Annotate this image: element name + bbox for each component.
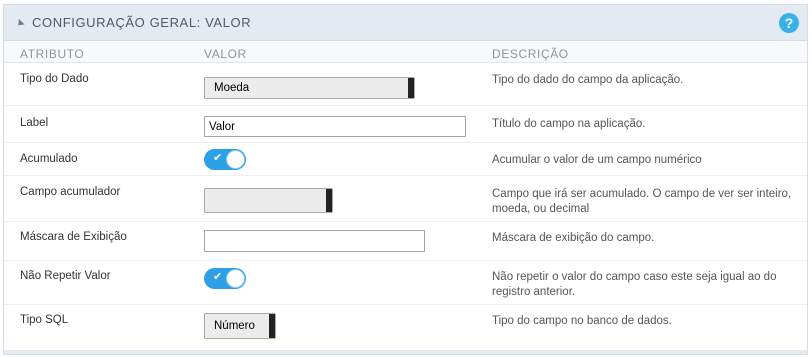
table-row: Tipo do Dado Moeda Tipo do dado do campo…: [4, 63, 807, 106]
table-row: Acumulado ✔ Acumular o valor de um campo…: [4, 143, 807, 176]
config-panel: CONFIGURAÇÃO GERAL: VALOR ? ATRIBUTO VAL…: [3, 4, 808, 355]
select-value: Moeda: [214, 82, 250, 94]
toggle-knob: [226, 269, 245, 288]
collapse-triangle-icon[interactable]: [15, 18, 25, 28]
accumulated-toggle[interactable]: ✔: [204, 149, 246, 170]
attribute-label: Label: [20, 117, 49, 129]
select-value: Número: [214, 320, 255, 332]
check-icon: ✔: [213, 271, 223, 283]
display-mask-input[interactable]: [204, 230, 425, 252]
column-header-description: DESCRIÇÃO: [492, 47, 569, 61]
description-text: Tipo do campo no banco de dados.: [492, 315, 672, 327]
no-repeat-toggle[interactable]: ✔: [204, 268, 246, 289]
description-text: Campo que irá ser acumulado. O campo de …: [492, 188, 792, 215]
label-input[interactable]: Valor: [204, 116, 466, 137]
table-row: Não Repetir Valor ✔ Não repetir o valor …: [4, 261, 807, 305]
attribute-label: Tipo do Dado: [20, 73, 89, 85]
table-row: Label Valor Título do campo na aplicação…: [4, 106, 807, 143]
column-header-value: VALOR: [204, 47, 247, 61]
attribute-label: Máscara de Exibição: [20, 231, 127, 243]
panel-title: CONFIGURAÇÃO GERAL: VALOR: [32, 15, 252, 30]
data-type-select[interactable]: Moeda: [204, 77, 415, 99]
panel-footer: [4, 350, 807, 354]
description-text: Tipo do dado do campo da aplicação.: [492, 74, 684, 86]
attribute-label: Tipo SQL: [20, 314, 69, 326]
description-text: Título do campo na aplicação.: [492, 118, 646, 130]
help-icon[interactable]: ?: [779, 13, 799, 33]
column-headers: ATRIBUTO VALOR DESCRIÇÃO: [4, 41, 807, 63]
sql-type-select[interactable]: Número: [204, 313, 276, 339]
panel-header[interactable]: CONFIGURAÇÃO GERAL: VALOR ?: [4, 5, 807, 41]
attribute-label: Campo acumulador: [20, 186, 121, 198]
attribute-label: Não Repetir Valor: [20, 270, 111, 282]
input-value: Valor: [209, 120, 235, 133]
check-icon: ✔: [213, 152, 223, 164]
dropdown-arrow-icon[interactable]: [269, 314, 275, 338]
toggle-knob: [226, 150, 245, 169]
description-text: Máscara de exibição do campo.: [492, 232, 655, 244]
table-row: Máscara de Exibição Máscara de exibição …: [4, 222, 807, 261]
column-header-attribute: ATRIBUTO: [20, 47, 85, 61]
table-row: Tipo SQL Número Tipo do campo no banco d…: [4, 305, 807, 347]
description-text: Não repetir o valor do campo caso este s…: [492, 271, 777, 298]
attribute-label: Acumulado: [20, 153, 78, 165]
accumulator-field-select[interactable]: [204, 188, 333, 213]
description-text: Acumular o valor de um campo numérico: [492, 154, 702, 166]
dropdown-arrow-icon[interactable]: [326, 189, 332, 212]
table-row: Campo acumulador Campo que irá ser acumu…: [4, 176, 807, 222]
dropdown-arrow-icon[interactable]: [408, 78, 414, 98]
